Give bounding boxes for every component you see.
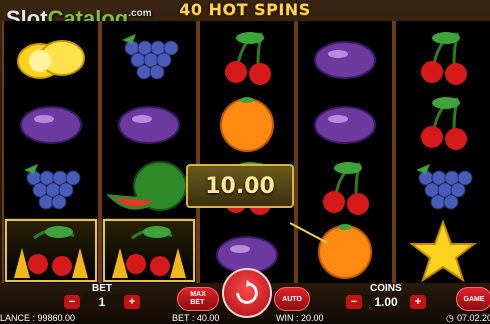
date-status: 07.02.20 [457, 313, 490, 323]
bet-minus-button[interactable]: − [64, 295, 80, 309]
auto-button[interactable]: AUTO [274, 287, 310, 311]
bet-status: BET : 40.00 [172, 313, 220, 323]
clock-icon: ◷ [446, 313, 454, 323]
plum-symbol [298, 26, 392, 91]
cherry-symbol [396, 91, 490, 156]
grape-symbol [396, 156, 490, 221]
coins-label: COINS [370, 283, 402, 294]
cherry-symbol [298, 156, 392, 221]
cherry-fire-symbol [102, 218, 196, 283]
plum-symbol [298, 91, 392, 156]
bet-value: 1 [98, 295, 106, 309]
balance-status: LANCE : 99860.00 [0, 313, 76, 323]
star-symbol [396, 218, 490, 283]
orange-symbol [200, 91, 294, 156]
coins-value: 1.00 [374, 295, 398, 309]
bet-plus-button[interactable]: + [124, 295, 140, 309]
cherry-symbol [200, 26, 294, 91]
cherry-fire-symbol [4, 218, 98, 283]
reel-3 [198, 21, 296, 283]
reel-1 [2, 21, 100, 283]
bet-label: BET [92, 283, 112, 294]
watermelon-symbol [102, 156, 196, 221]
win-amount: 10.00 [186, 164, 294, 208]
max-bet-button[interactable]: MAX BET [177, 287, 219, 311]
spin-button[interactable] [222, 268, 272, 318]
reel-5 [394, 21, 490, 283]
reel-2 [100, 21, 198, 283]
reels-area [2, 21, 490, 283]
plum-symbol [4, 91, 98, 156]
coins-plus-button[interactable]: + [410, 295, 426, 309]
cherry-symbol [396, 26, 490, 91]
game-title: 40 HOT SPINS [179, 0, 311, 19]
coins-minus-button[interactable]: − [346, 295, 362, 309]
grape-symbol [4, 156, 98, 221]
win-status: WIN : 20.00 [276, 313, 324, 323]
plum-symbol [102, 91, 196, 156]
grape-symbol [102, 26, 196, 91]
spin-icon [236, 279, 258, 304]
reel-4 [296, 21, 394, 283]
orange-symbol [298, 218, 392, 283]
game-button[interactable]: GAME [456, 287, 490, 311]
lemon-symbol [4, 26, 98, 91]
